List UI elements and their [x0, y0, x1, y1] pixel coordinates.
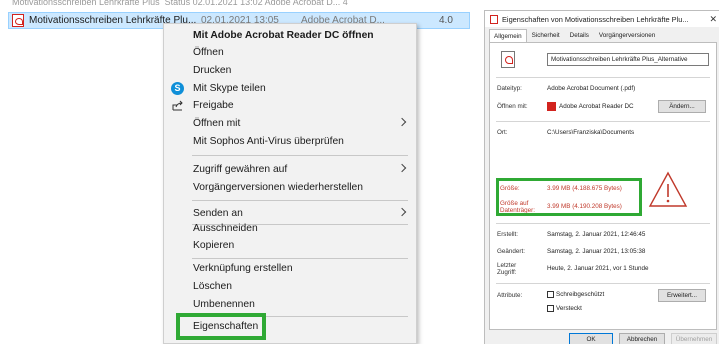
menu-sophos-scan[interactable]: Mit Sophos Anti-Virus überprüfen [165, 133, 415, 150]
accessed-value: Heute, 2. Januar 2021, vor 1 Stunde [547, 265, 649, 272]
dialog-titlebar: Eigenschaften von Motivationsschreiben L… [485, 11, 719, 27]
accessed-label-1: Letzter [497, 262, 517, 269]
menu-send-to-label: Senden an [193, 208, 243, 219]
share-icon [172, 100, 183, 111]
readonly-label: Schreibgeschützt [556, 291, 605, 299]
properties-dialog: Eigenschaften von Motivationsschreiben L… [484, 10, 719, 344]
hidden-checkbox[interactable]: Versteckt [547, 305, 582, 312]
ok-button[interactable]: OK [569, 333, 613, 344]
menu-open-with-acrobat[interactable]: Mit Adobe Acrobat Reader DC öffnen [165, 27, 415, 44]
divider [496, 77, 710, 78]
change-button[interactable]: Ändern... [658, 100, 706, 113]
menu-create-shortcut[interactable]: Verknüpfung erstellen [165, 260, 415, 277]
attributes-label: Attribute: [497, 292, 523, 299]
menu-delete[interactable]: Löschen [165, 278, 415, 295]
pdf-file-icon [12, 14, 24, 27]
modified-value: Samstag, 2. Januar 2021, 13:05:38 [547, 248, 646, 255]
tab-previous-versions[interactable]: Vorgängerversionen [594, 29, 660, 42]
menu-print[interactable]: Drucken [165, 62, 415, 79]
menu-separator [192, 155, 408, 156]
modified-label: Geändert: [497, 248, 526, 255]
location-label: Ort: [497, 129, 508, 136]
created-value: Samstag, 2. Januar 2021, 12:46:45 [547, 231, 646, 238]
divider [496, 283, 710, 284]
menu-share[interactable]: Freigabe [165, 97, 415, 114]
menu-separator [192, 200, 408, 201]
dialog-tabs: Allgemein Sicherheit Details Vorgängerve… [489, 29, 660, 42]
divider [496, 223, 710, 224]
hidden-label: Versteckt [556, 305, 582, 313]
file-size: 4.0 [439, 15, 453, 26]
acrobat-icon [547, 102, 556, 111]
menu-rename[interactable]: Umbenennen [165, 296, 415, 313]
advanced-button[interactable]: Erweitert... [658, 289, 706, 302]
menu-open-with-label: Öffnen mit [193, 118, 241, 129]
warning-icon [648, 171, 688, 207]
menu-share-label: Freigabe [193, 100, 234, 111]
general-panel: Motivationsschreiben Lehrkräfte Plus_Alt… [489, 42, 717, 330]
menu-give-access[interactable]: Zugriff gewähren auf [165, 161, 415, 178]
cancel-button[interactable]: Abbrechen [619, 333, 665, 344]
created-label: Erstellt: [497, 231, 518, 238]
menu-separator [192, 258, 408, 259]
tab-details[interactable]: Details [565, 29, 594, 42]
tab-general[interactable]: Allgemein [489, 29, 527, 42]
menu-open[interactable]: Öffnen [165, 44, 415, 61]
menu-copy[interactable]: Kopieren [165, 237, 415, 254]
accessed-label-2: Zugriff: [497, 269, 517, 276]
menu-restore-previous[interactable]: Vorgängerversionen wiederherstellen [165, 179, 415, 196]
opens-with-app: Adobe Acrobat Reader DC [559, 103, 634, 111]
chevron-right-icon [397, 207, 407, 217]
context-menu: Mit Adobe Acrobat Reader DC öffnen Öffne… [163, 23, 417, 344]
menu-give-access-label: Zugriff gewähren auf [193, 164, 288, 175]
menu-cut[interactable]: Ausschneiden [165, 220, 415, 237]
location-value: C:\Users\Franziska\Documents [547, 129, 635, 136]
dialog-title: Eigenschaften von Motivationsschreiben L… [502, 14, 689, 24]
file-explorer: Motivationsschreiben Lehrkräfte Plus_Sta… [0, 0, 470, 344]
menu-open-with[interactable]: Öffnen mit [165, 115, 415, 132]
size-highlight-box [496, 178, 642, 216]
opens-with-label: Öffnen mit: [497, 103, 528, 110]
opens-with-value: Adobe Acrobat Reader DC [547, 102, 634, 111]
close-icon[interactable]: ✕ [709, 14, 717, 25]
pdf-file-icon [501, 51, 515, 68]
tab-security[interactable]: Sicherheit [527, 29, 565, 42]
divider [496, 121, 710, 122]
file-name-field[interactable]: Motivationsschreiben Lehrkräfte Plus_Alt… [547, 53, 709, 66]
type-label: Dateityp: [497, 85, 522, 92]
checkbox-icon [547, 305, 554, 312]
properties-highlight-box [176, 313, 266, 340]
menu-share-skype-label: Mit Skype teilen [193, 83, 266, 94]
type-value: Adobe Acrobat Document (.pdf) [547, 85, 636, 92]
skype-icon: S [171, 82, 184, 95]
menu-share-skype[interactable]: S Mit Skype teilen [165, 80, 415, 97]
checkbox-icon [547, 291, 554, 298]
chevron-right-icon [397, 163, 407, 173]
apply-button[interactable]: Übernehmen [671, 333, 717, 344]
pdf-title-icon [490, 14, 498, 24]
chevron-right-icon [397, 117, 407, 127]
readonly-checkbox[interactable]: Schreibgeschützt [547, 291, 604, 298]
previous-file-row[interactable]: Motivationsschreiben Lehrkräfte Plus_Sta… [12, 0, 472, 6]
